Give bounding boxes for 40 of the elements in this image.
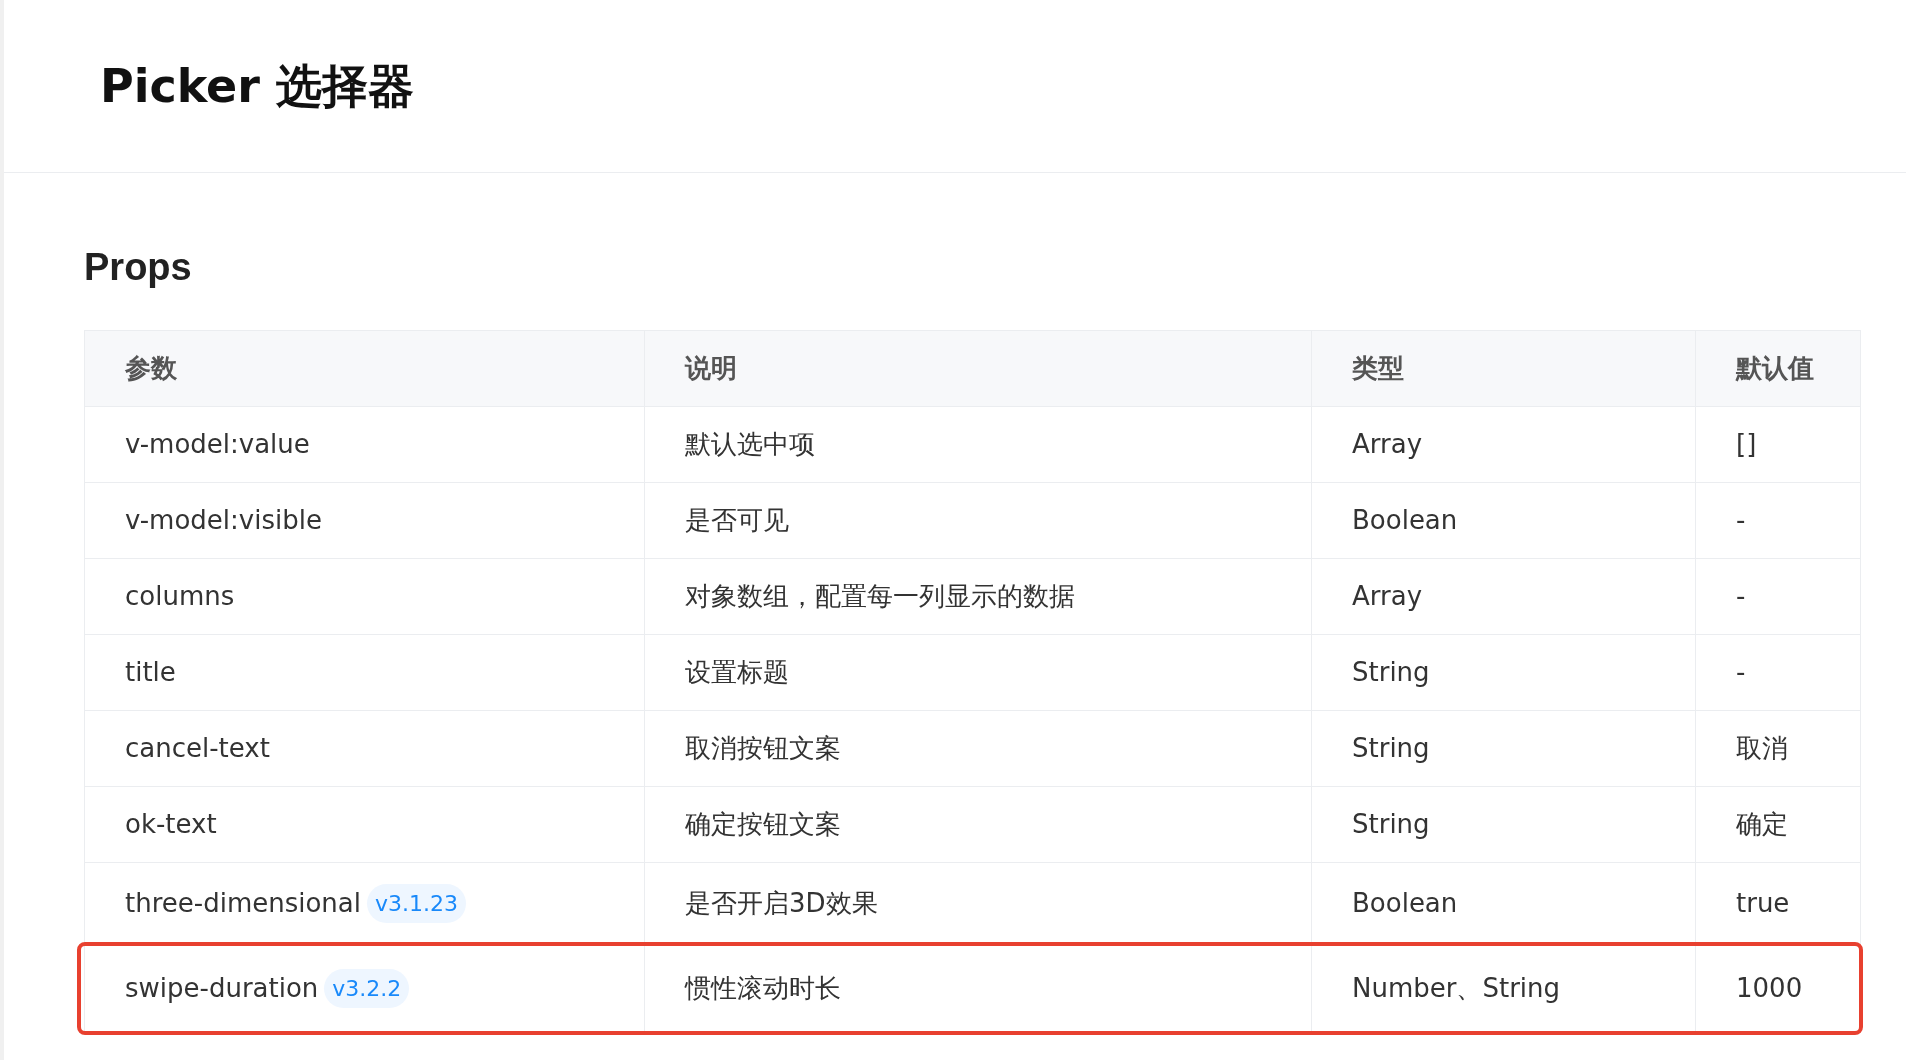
table-cell-text: true xyxy=(1736,886,1790,920)
table-cell-text: Boolean xyxy=(1352,504,1458,537)
table-cell-text: 默认选中项 xyxy=(685,428,815,461)
table-cell-text: three-dimensional xyxy=(125,886,361,920)
table-cell-text: cancel-text xyxy=(125,732,270,765)
table-cell-text: String xyxy=(1352,732,1430,765)
table-cell-text: Number、String xyxy=(1352,971,1561,1005)
table-cell-text: 确定按钮文案 xyxy=(685,808,841,841)
table-cell-text: Array xyxy=(1352,428,1423,461)
page-title: Picker 选择器 xyxy=(100,57,414,115)
column-header: 说明 xyxy=(685,352,737,385)
section-heading: Props xyxy=(84,245,193,290)
version-tag: v3.2.2 xyxy=(324,968,410,1008)
table-cell-text: columns xyxy=(125,580,235,613)
table-cell-text: v-model:value xyxy=(125,428,310,461)
table-cell-text: - xyxy=(1736,580,1746,613)
column-header: 默认值 xyxy=(1736,352,1814,385)
table-cell-text: String xyxy=(1352,808,1430,841)
table-cell-text: 取消按钮文案 xyxy=(685,732,841,765)
table-cell-text: 惯性滚动时长 xyxy=(685,971,841,1005)
table-cell-text: title xyxy=(125,656,176,689)
table-cell-text: 是否可见 xyxy=(685,504,789,537)
table-cell-text: - xyxy=(1736,504,1746,537)
table-cell-text: 是否开启3D效果 xyxy=(685,886,878,920)
table-cell-text: ok-text xyxy=(125,808,217,841)
table-cell-text: v-model:visible xyxy=(125,504,322,537)
table-cell-text: 设置标题 xyxy=(685,656,789,689)
table-cell-text: [] xyxy=(1736,428,1757,461)
column-header: 类型 xyxy=(1352,352,1404,385)
column-header: 参数 xyxy=(125,352,177,385)
table-cell-text: String xyxy=(1352,656,1430,689)
version-tag: v3.1.23 xyxy=(367,883,466,923)
table-cell-text: 确定 xyxy=(1736,808,1788,841)
table-cell-text: 取消 xyxy=(1736,732,1788,765)
table-cell-text: Array xyxy=(1352,580,1423,613)
table-cell-text: 1000 xyxy=(1736,971,1803,1005)
table-cell-text: 对象数组，配置每一列显示的数据 xyxy=(685,580,1075,613)
table-cell-text: Boolean xyxy=(1352,886,1458,920)
table-cell-text: - xyxy=(1736,656,1746,689)
table-cell-text: swipe-duration xyxy=(125,971,319,1005)
